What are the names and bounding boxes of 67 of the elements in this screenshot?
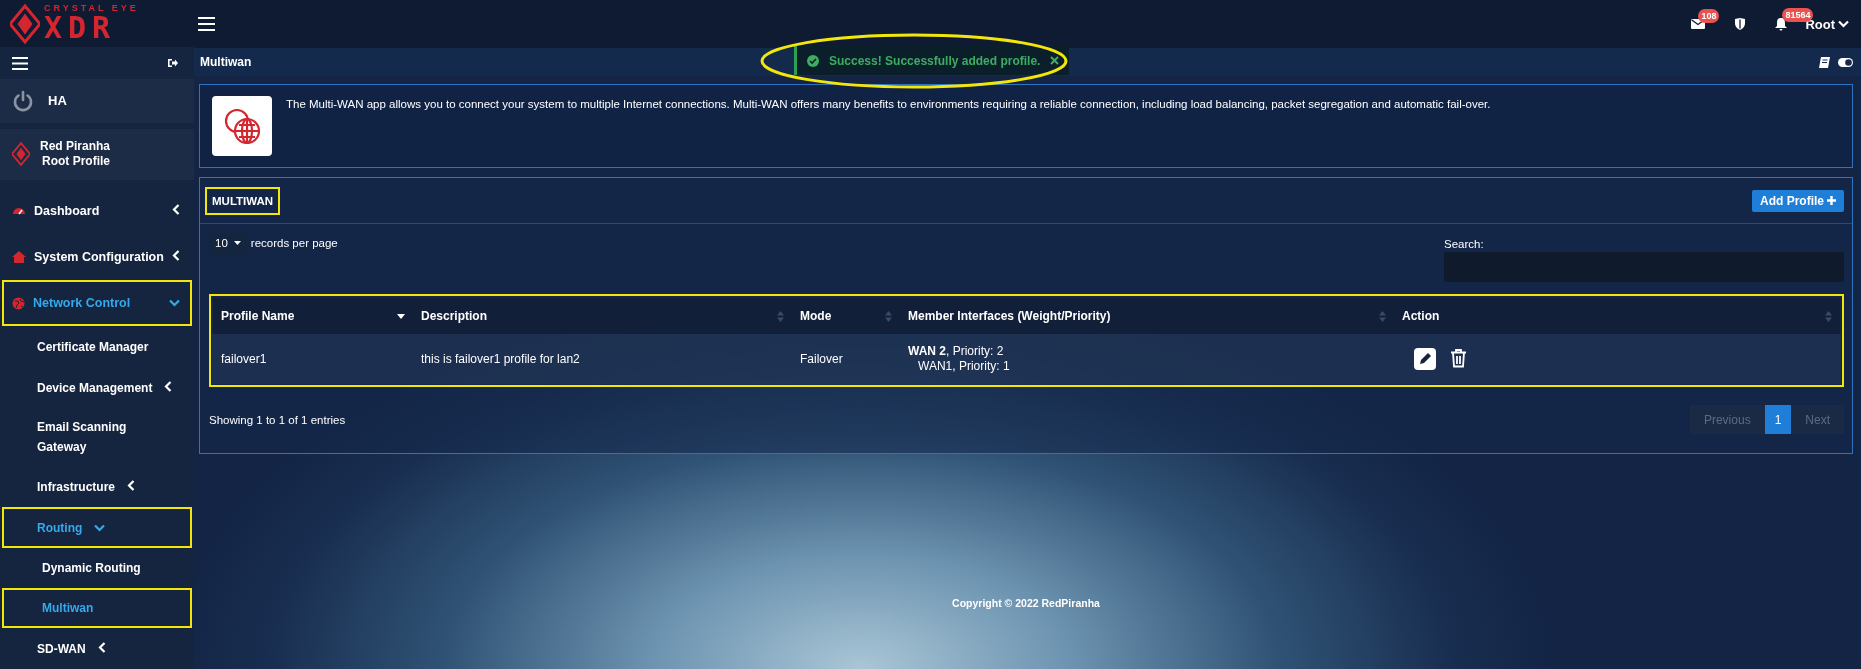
copyright-text: Copyright © 2022 RedPiranha	[951, 597, 1101, 609]
logout-icon[interactable]	[167, 58, 178, 69]
table-cell: Failover	[792, 334, 900, 384]
column-header[interactable]: Mode	[792, 297, 900, 334]
table-cell: failover1	[212, 334, 413, 384]
logo-tagline: CRYSTAL EYE	[44, 4, 139, 14]
diamond-logo-icon	[10, 3, 40, 44]
globe-icon	[12, 296, 25, 310]
nav-item[interactable]: Certificate Manager	[2, 326, 192, 367]
nav-item[interactable]: Device Management	[2, 367, 192, 408]
nav-item[interactable]: Network Control	[2, 280, 192, 326]
notification-badge: 108	[1698, 9, 1720, 23]
chevron-left-icon	[172, 204, 180, 215]
page-length-label: records per page	[250, 236, 338, 251]
panel-title: MULTIWAN	[205, 186, 281, 215]
ha-label: HA	[48, 93, 67, 109]
description-text: The Multi-WAN app allows you to connect your system to multiple Internet connections. Multi-WAN offers many benefits to environments requiring a reliable connection, including load balancing, packet segregation and automatic fail-over.	[286, 97, 1491, 112]
edit-icon[interactable]	[1414, 347, 1436, 370]
shield-icon[interactable]	[1735, 18, 1746, 30]
chevron-down-icon	[94, 523, 106, 532]
caret-icon	[233, 241, 241, 245]
bell-icon[interactable]	[1775, 17, 1788, 31]
house-icon	[12, 251, 26, 263]
column-header[interactable]: Action	[1394, 297, 1841, 334]
pagination-button[interactable]: 1	[1764, 405, 1792, 434]
chevron-left-icon	[127, 479, 136, 491]
entries-summary: Showing 1 to 1 of 1 entries	[209, 413, 346, 426]
chevron-left-icon	[172, 250, 180, 261]
column-header[interactable]: Profile Name	[212, 297, 413, 334]
plus-icon	[1827, 196, 1836, 205]
page-length-select[interactable]: 10	[209, 230, 247, 256]
diamond-logo-icon	[12, 141, 30, 168]
table-cell: this is failover1 profile for lan2	[413, 334, 792, 384]
nav-item[interactable]: SD-WAN	[2, 628, 192, 669]
trash-icon[interactable]	[1450, 349, 1467, 368]
chevron-down-icon	[1838, 20, 1849, 28]
nav-item[interactable]: Email Scanning Gateway	[2, 408, 192, 466]
power-icon	[12, 89, 34, 112]
close-icon[interactable]	[1050, 56, 1060, 65]
chevron-down-icon	[169, 299, 180, 307]
member-interface: WAN 2, Priority: 2	[908, 343, 1005, 359]
check-circle-icon	[807, 54, 819, 67]
nav-item[interactable]: Dashboard	[2, 188, 192, 234]
toggle-icon[interactable]	[1838, 57, 1853, 67]
add-profile-button[interactable]: Add Profile	[1752, 189, 1844, 212]
profile-name: Red Piranha	[40, 139, 111, 155]
member-interface: WAN1, Priority: 1	[917, 358, 1011, 374]
search-label: Search:	[1444, 238, 1485, 250]
nav-item[interactable]: Infrastructure	[2, 466, 192, 507]
page-title: Multiwan	[200, 55, 252, 69]
globes-icon	[212, 96, 272, 156]
book-icon[interactable]	[1819, 56, 1830, 68]
logo-text: XDR	[44, 13, 117, 44]
column-header[interactable]: Member Interfaces (Weight/Priority)	[900, 297, 1394, 334]
profile-role: Root Profile	[41, 154, 111, 170]
chevron-left-icon	[164, 380, 173, 392]
nav-item[interactable]: Multiwan	[2, 588, 192, 628]
nav-item[interactable]: Routing	[2, 507, 192, 548]
menu-icon[interactable]	[198, 17, 215, 31]
toast-message: Success! Successfully added profile.	[829, 53, 1041, 68]
gauge-icon	[12, 205, 26, 217]
menu-icon[interactable]	[12, 56, 28, 70]
chevron-left-icon	[97, 641, 106, 653]
nav-item[interactable]: System Configuration	[2, 234, 192, 280]
nav-item[interactable]: Dynamic Routing	[2, 548, 192, 588]
search-field[interactable]	[1444, 252, 1844, 282]
column-header[interactable]: Description	[413, 297, 792, 334]
